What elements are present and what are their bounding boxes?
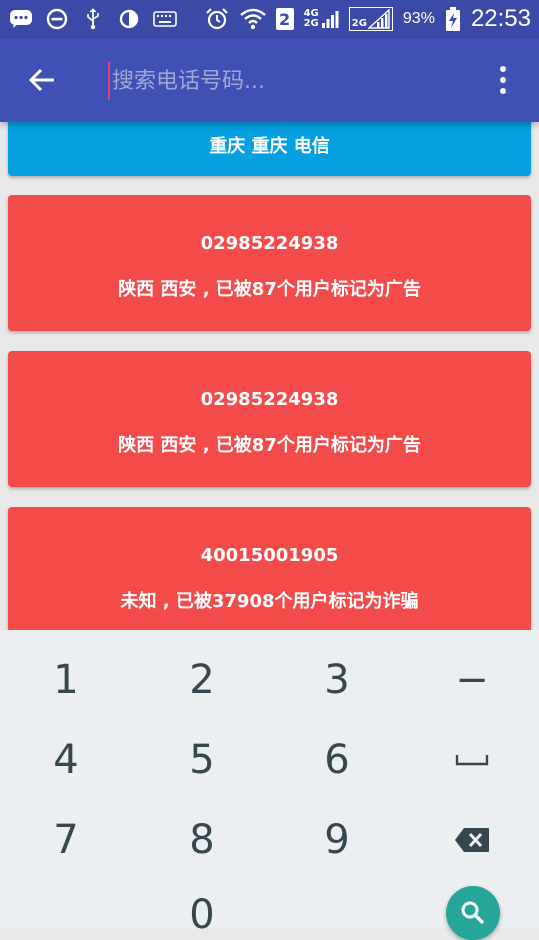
key-8[interactable]: 8: [152, 810, 252, 870]
clock: 22:53: [470, 5, 531, 32]
key-7[interactable]: 7: [16, 810, 116, 870]
space-key[interactable]: [422, 730, 522, 790]
card-phone-number: 40015001905: [200, 545, 339, 566]
overflow-menu-button[interactable]: [488, 60, 518, 100]
key-4[interactable]: 4: [16, 730, 116, 790]
sim-2-icon: 2: [275, 8, 294, 30]
card-location: 重庆 重庆 电信: [209, 136, 330, 157]
search-icon: [461, 901, 485, 925]
card-description: 陕西 西安 , 已被87个用户标记为广告: [118, 279, 421, 300]
key-dash[interactable]: −: [422, 650, 522, 710]
key-0[interactable]: 0: [152, 892, 252, 938]
result-list[interactable]: 重庆 重庆 电信 02985224938 陕西 西安 , 已被87个用户标记为广…: [0, 122, 539, 630]
search-fab-button[interactable]: [446, 886, 500, 940]
key-2[interactable]: 2: [152, 650, 252, 710]
more-vert-icon: [500, 66, 506, 72]
usb-icon: [80, 7, 106, 31]
card-phone-number: 02985224938: [200, 389, 339, 410]
do-not-disturb-icon: [44, 7, 70, 31]
alarm-icon: [204, 7, 230, 31]
card-phone-number: 02985224938: [200, 233, 339, 254]
more-vert-dot: [500, 77, 506, 83]
app-bar: [0, 38, 539, 122]
battery-percent: 93%: [402, 10, 435, 27]
numeric-keypad: 1 2 3 − 4 5 6 7 8 9 0: [0, 630, 539, 940]
list-item[interactable]: 02985224938 陕西 西安 , 已被87个用户标记为广告: [8, 351, 531, 487]
key-9[interactable]: 9: [287, 810, 387, 870]
data-saver-icon: [116, 7, 142, 31]
backspace-icon: [455, 828, 489, 852]
space-bar-icon: [455, 755, 489, 766]
signal-4g-2g-icon: 4G 2G: [304, 9, 339, 29]
status-left-icons: [8, 7, 178, 31]
back-button[interactable]: [22, 60, 62, 100]
status-bar: 2 4G 2G 2G 93% 22:53: [0, 0, 539, 38]
wifi-icon: [239, 7, 266, 31]
signal-2g-icon: 2G: [348, 7, 393, 31]
signal2-tag: 2G: [351, 18, 367, 29]
battery-charging-icon: [445, 7, 461, 31]
keyboard-icon: [152, 7, 178, 31]
key-6[interactable]: 6: [287, 730, 387, 790]
list-item[interactable]: 02985224938 陕西 西安 , 已被87个用户标记为广告: [8, 195, 531, 331]
status-right-icons: 2 4G 2G 2G 93% 22:53: [204, 5, 531, 33]
card-description: 未知 , 已被37908个用户标记为诈骗: [120, 591, 419, 612]
card-description: 陕西 西安 , 已被87个用户标记为广告: [118, 435, 421, 456]
search-input[interactable]: [108, 62, 474, 100]
key-5[interactable]: 5: [152, 730, 252, 790]
key-3[interactable]: 3: [287, 650, 387, 710]
list-item[interactable]: 40015001905 未知 , 已被37908个用户标记为诈骗: [8, 507, 531, 630]
signal-tag-bottom: 2G: [303, 18, 319, 29]
list-item[interactable]: 重庆 重庆 电信: [8, 122, 531, 176]
backspace-key[interactable]: [422, 810, 522, 870]
chat-bubble-icon: [8, 7, 34, 31]
more-vert-dot: [500, 88, 506, 94]
key-1[interactable]: 1: [16, 650, 116, 710]
arrow-back-icon: [28, 68, 54, 92]
